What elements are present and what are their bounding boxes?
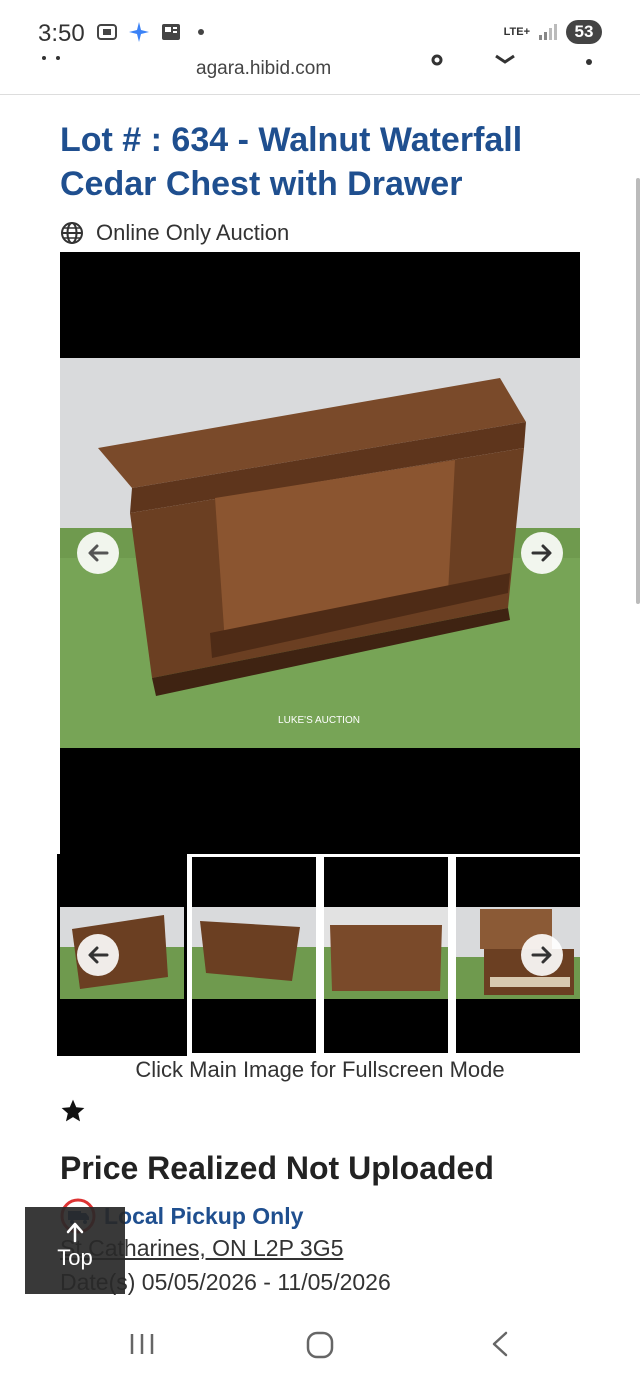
system-nav-bar — [0, 1300, 640, 1388]
url-text[interactable]: agara.hibid.com — [196, 58, 331, 80]
arrow-left-icon — [88, 946, 109, 964]
arrow-right-icon — [531, 544, 552, 562]
image-caption: Click Main Image for Fullscreen Mode — [135, 1057, 505, 1082]
tab-count-icon[interactable] — [426, 54, 448, 68]
browser-toolbar: agara.hibid.com — [0, 50, 640, 95]
chest-photo: LUKE'S AUCTION — [60, 358, 580, 748]
pickup-label: Local Pickup Only — [104, 1202, 304, 1229]
scroll-top-label: Top — [57, 1245, 93, 1270]
menu-icon[interactable] — [40, 54, 62, 68]
auction-type: Online Only Auction — [60, 220, 289, 246]
next-image-button[interactable] — [521, 532, 563, 574]
prev-image-button[interactable] — [77, 532, 119, 574]
lot-title: Lot # : 634 - Walnut Waterfall Cedar Che… — [60, 121, 523, 203]
battery-level: 53 — [566, 20, 602, 44]
thumbnail-3-image — [324, 907, 448, 999]
bookmark-icon[interactable] — [494, 54, 516, 68]
news-icon — [162, 24, 180, 40]
system-icons: LTE+ 53 — [504, 20, 602, 44]
status-time: 3:50 — [38, 20, 85, 47]
home-icon[interactable] — [305, 1330, 335, 1360]
main-image[interactable]: LUKE'S AUCTION — [60, 252, 580, 854]
star-icon[interactable] — [60, 1098, 86, 1124]
price-status: Price Realized Not Uploaded — [60, 1150, 494, 1186]
thumbnails-prev-button[interactable] — [77, 934, 119, 976]
back-icon[interactable] — [488, 1330, 514, 1358]
notification-icons — [96, 22, 204, 42]
network-type: LTE+ — [503, 26, 530, 38]
arrow-up-icon — [66, 1222, 84, 1243]
scroll-top-button[interactable]: Top — [25, 1207, 125, 1294]
signal-icon — [539, 24, 557, 40]
thumbnails-next-button[interactable] — [521, 934, 563, 976]
more-notifications-dot — [198, 29, 204, 35]
more-options-icon[interactable] — [578, 54, 600, 68]
globe-icon — [61, 222, 83, 244]
sparkle-icon — [129, 22, 149, 42]
page-scrollbar[interactable] — [636, 178, 640, 604]
recents-icon[interactable] — [128, 1330, 156, 1358]
thumbnail-strip — [57, 854, 580, 1056]
arrow-right-icon — [531, 946, 552, 964]
screenshot-icon — [97, 24, 117, 40]
photo-watermark: LUKE'S AUCTION — [278, 715, 360, 726]
arrow-left-icon — [88, 544, 109, 562]
thumbnail-3[interactable] — [324, 857, 448, 1053]
auction-type-label: Online Only Auction — [96, 220, 290, 245]
thumbnail-2-image — [192, 907, 316, 999]
thumbnail-2[interactable] — [192, 857, 316, 1053]
